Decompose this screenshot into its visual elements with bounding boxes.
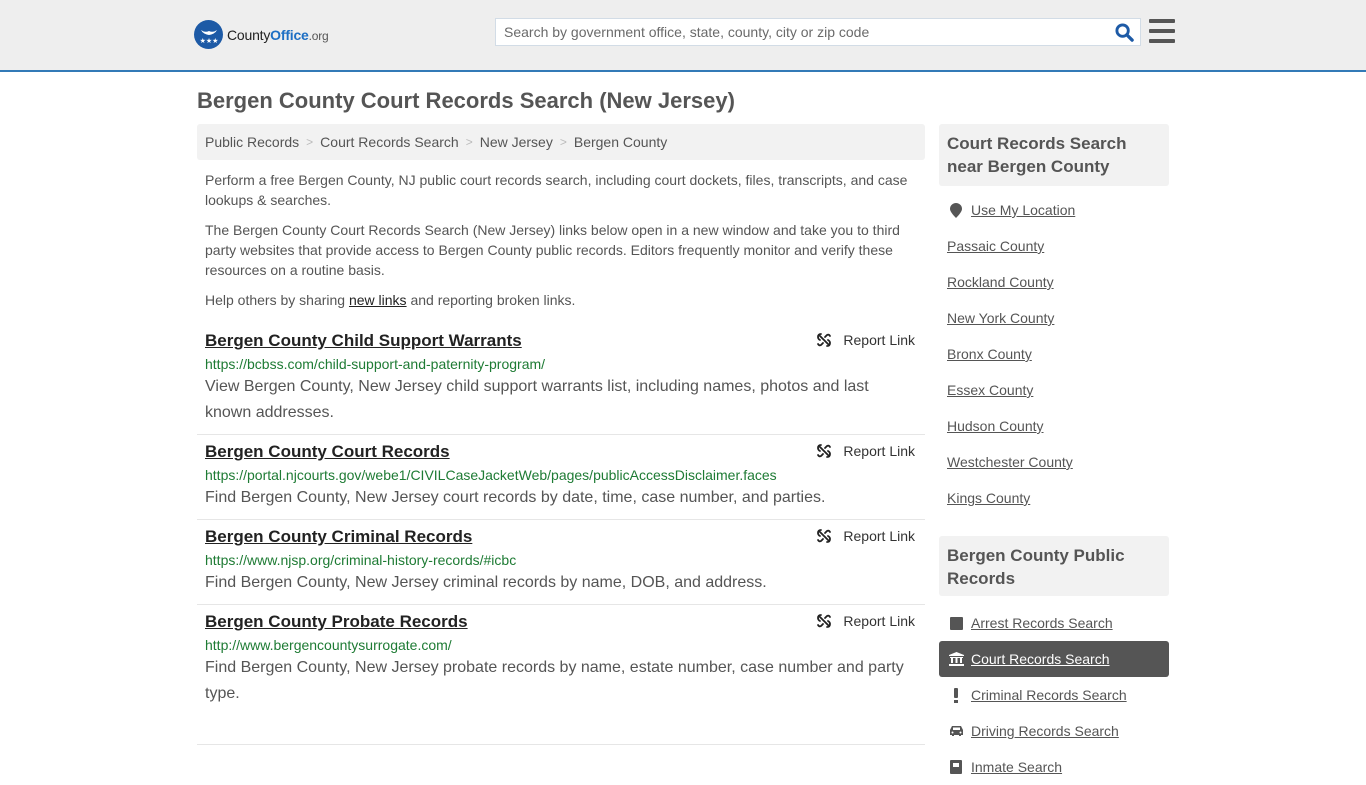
help-paragraph: Help others by sharing new links and rep… xyxy=(205,292,576,308)
result-item: Bergen County Criminal Records Report Li… xyxy=(197,520,925,605)
public-records-item: Inmate Search xyxy=(947,749,1169,785)
broken-link-icon xyxy=(817,614,832,628)
public-records-item: Criminal Records Search xyxy=(947,677,1169,713)
nearby-item: Essex County xyxy=(947,372,1169,408)
use-my-location-link[interactable]: Use My Location xyxy=(971,202,1075,218)
use-location-item: Use My Location xyxy=(947,192,1169,228)
nearby-item: Kings County xyxy=(947,480,1169,516)
result-url[interactable]: https://bcbss.com/child-support-and-pate… xyxy=(205,354,917,374)
breadcrumb-court-records-search[interactable]: Court Records Search xyxy=(320,134,459,150)
breadcrumb-new-jersey[interactable]: New Jersey xyxy=(480,134,553,150)
nearby-item: New York County xyxy=(947,300,1169,336)
logo-text: CountyOffice.org xyxy=(227,26,329,43)
search-button[interactable] xyxy=(1108,19,1140,45)
arrest-records-link[interactable]: Arrest Records Search xyxy=(971,615,1113,631)
breadcrumb-separator: > xyxy=(306,135,314,149)
car-icon xyxy=(947,725,965,737)
inmate-search-link[interactable]: Inmate Search xyxy=(971,759,1062,775)
court-records-link[interactable]: Court Records Search xyxy=(971,651,1110,667)
broken-link-icon xyxy=(817,529,832,543)
result-item: Bergen County Child Support Warrants Rep… xyxy=(197,324,925,435)
broken-link-icon xyxy=(817,444,832,458)
result-item: Bergen County Probate Records Report Lin… xyxy=(197,605,925,745)
result-url[interactable]: https://www.njsp.org/criminal-history-re… xyxy=(205,550,917,570)
public-records-item: Driving Records Search xyxy=(947,713,1169,749)
nearby-county-link[interactable]: New York County xyxy=(947,310,1054,326)
intro-text: Perform a free Bergen County, NJ public … xyxy=(205,170,920,320)
criminal-records-link[interactable]: Criminal Records Search xyxy=(971,687,1127,703)
courthouse-icon xyxy=(947,652,965,666)
public-records-heading: Bergen County Public Records xyxy=(939,536,1169,596)
report-link-button[interactable]: Report Link xyxy=(816,613,915,629)
report-link-button[interactable]: Report Link xyxy=(816,443,915,459)
exclamation-icon xyxy=(947,687,965,703)
nearby-county-link[interactable]: Rockland County xyxy=(947,274,1054,290)
menu-bar-icon xyxy=(1149,29,1175,33)
public-records-item: Arrest Records Search xyxy=(947,605,1169,641)
site-header: ★★★ CountyOffice.org xyxy=(0,0,1366,72)
hamburger-menu-button[interactable] xyxy=(1149,19,1175,43)
result-description: View Bergen County, New Jersey child sup… xyxy=(205,378,869,421)
nearby-county-link[interactable]: Kings County xyxy=(947,490,1030,506)
result-description: Find Bergen County, New Jersey court rec… xyxy=(205,489,826,506)
breadcrumb-bergen-county[interactable]: Bergen County xyxy=(574,134,667,150)
result-title-link[interactable]: Bergen County Child Support Warrants xyxy=(205,330,522,352)
intro-paragraph: Perform a free Bergen County, NJ public … xyxy=(205,172,908,208)
nearby-county-link[interactable]: Westchester County xyxy=(947,454,1073,470)
broken-link-icon xyxy=(817,333,832,347)
search-input[interactable] xyxy=(496,19,1108,45)
result-description: Find Bergen County, New Jersey criminal … xyxy=(205,574,767,591)
result-item: Bergen County Court Records Report Link … xyxy=(197,435,925,520)
nearby-county-link[interactable]: Passaic County xyxy=(947,238,1044,254)
results-list: Bergen County Child Support Warrants Rep… xyxy=(197,324,925,745)
square-icon xyxy=(947,616,965,630)
site-logo[interactable]: ★★★ CountyOffice.org xyxy=(194,20,329,49)
result-description: Find Bergen County, New Jersey probate r… xyxy=(205,659,904,702)
breadcrumb-separator: > xyxy=(559,135,567,149)
menu-bar-icon xyxy=(1149,19,1175,23)
public-records-list: Arrest Records Search Court Records Sear… xyxy=(939,605,1169,785)
eagle-logo-icon: ★★★ xyxy=(194,20,223,49)
result-title-link[interactable]: Bergen County Criminal Records xyxy=(205,526,472,548)
public-records-item-active: Court Records Search xyxy=(939,641,1169,677)
report-link-button[interactable]: Report Link xyxy=(816,528,915,544)
result-title-link[interactable]: Bergen County Court Records xyxy=(205,441,450,463)
report-link-button[interactable]: Report Link xyxy=(816,332,915,348)
breadcrumb: Public Records > Court Records Search > … xyxy=(197,124,925,160)
nearby-county-link[interactable]: Bronx County xyxy=(947,346,1032,362)
nearby-item: Bronx County xyxy=(947,336,1169,372)
result-url[interactable]: https://portal.njcourts.gov/webe1/CIVILC… xyxy=(205,465,917,485)
search-icon xyxy=(1114,22,1134,42)
nearby-item: Westchester County xyxy=(947,444,1169,480)
breadcrumb-separator: > xyxy=(465,135,473,149)
nearby-county-link[interactable]: Essex County xyxy=(947,382,1033,398)
menu-bar-icon xyxy=(1149,39,1175,43)
result-title-link[interactable]: Bergen County Probate Records xyxy=(205,611,468,633)
nearby-item: Hudson County xyxy=(947,408,1169,444)
nearby-heading: Court Records Search near Bergen County xyxy=(939,124,1169,186)
result-url[interactable]: http://www.bergencountysurrogate.com/ xyxy=(205,635,917,655)
svg-text:★★★: ★★★ xyxy=(199,37,218,45)
nearby-item: Rockland County xyxy=(947,264,1169,300)
intro-paragraph: The Bergen County Court Records Search (… xyxy=(205,222,900,278)
page-title: Bergen County Court Records Search (New … xyxy=(197,88,735,113)
nearby-list: Use My Location Passaic County Rockland … xyxy=(947,192,1169,516)
new-links-link[interactable]: new links xyxy=(349,292,407,308)
driving-records-link[interactable]: Driving Records Search xyxy=(971,723,1119,739)
search-box xyxy=(495,18,1141,46)
breadcrumb-public-records[interactable]: Public Records xyxy=(205,134,299,150)
id-card-icon xyxy=(947,760,965,774)
nearby-county-link[interactable]: Hudson County xyxy=(947,418,1044,434)
map-marker-icon xyxy=(947,202,965,218)
nearby-item: Passaic County xyxy=(947,228,1169,264)
